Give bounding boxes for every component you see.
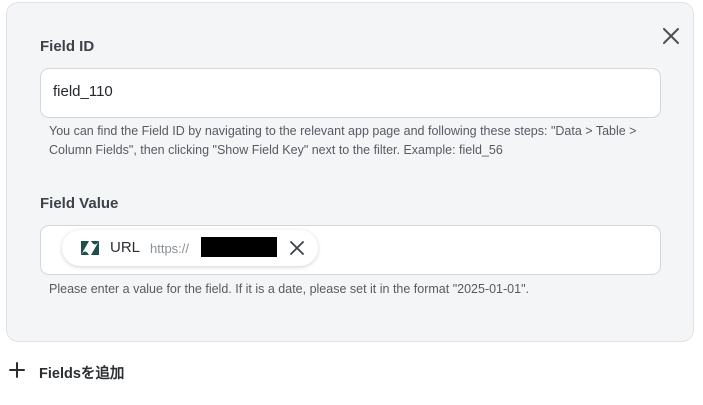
field-id-help-text: You can find the Field ID by navigating … <box>49 124 637 157</box>
chip-remove-icon[interactable] <box>288 239 306 257</box>
field-id-value: field_110 <box>53 83 113 100</box>
field-value-help-text: Please enter a value for the field. If i… <box>49 282 529 296</box>
field-id-label: Field ID <box>40 38 95 55</box>
zendesk-logo-icon <box>80 240 100 256</box>
chip-url-prefix: https:// <box>150 241 190 256</box>
variable-chip-url[interactable]: URL https:// <box>62 230 318 266</box>
redacted-block <box>201 237 277 257</box>
chip-label: URL <box>110 239 141 256</box>
field-value-label: Field Value <box>40 195 119 212</box>
add-fields-label: Fieldsを追加 <box>39 365 125 382</box>
add-fields-button[interactable]: Fieldsを追加 <box>9 361 125 383</box>
plus-icon <box>9 361 25 383</box>
field-id-input[interactable]: field_110 <box>40 68 661 118</box>
close-icon[interactable] <box>658 23 684 49</box>
